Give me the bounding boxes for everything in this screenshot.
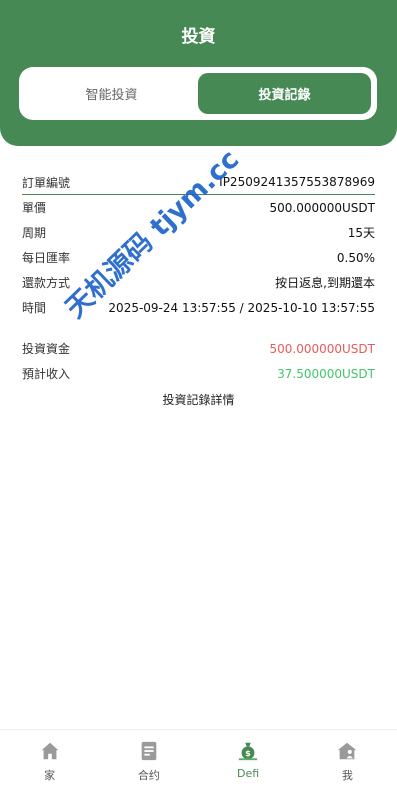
period-label: 周期: [22, 226, 47, 240]
investment-value: 500.000000USDT: [269, 341, 376, 356]
period-row: 周期 15天: [22, 220, 375, 245]
tabbar-item-defi[interactable]: $ Defi: [199, 730, 298, 795]
tab-switcher: 智能投資 投資記錄: [19, 67, 377, 120]
order-number-row: 訂單編號 IP2509241357553878969: [22, 170, 375, 195]
profile-house-icon: [338, 742, 357, 760]
tabbar-label-defi: Defi: [237, 767, 260, 780]
bottom-tabbar: 家 合约 $ Defi 我: [0, 729, 397, 795]
order-number-value: IP2509241357553878969: [219, 175, 375, 189]
home-icon: [41, 742, 58, 760]
tabbar-label-contract: 合约: [137, 769, 160, 782]
expected-income-value: 37.500000USDT: [277, 366, 375, 381]
daily-rate-value: 0.50%: [336, 250, 375, 265]
header: 投資 智能投資 投資記錄: [0, 0, 397, 146]
tab-smart-invest[interactable]: 智能投資: [25, 73, 198, 114]
unit-price-label: 單價: [22, 201, 47, 215]
tabbar-label-me: 我: [341, 769, 353, 782]
daily-rate-label: 每日匯率: [22, 251, 71, 265]
tabbar-item-me[interactable]: 我: [298, 730, 397, 795]
time-row: 時間 2025-09-24 13:57:55 / 2025-10-10 13:5…: [22, 295, 375, 320]
tabbar-label-home: 家: [44, 769, 56, 782]
time-value: 2025-09-24 13:57:55 / 2025-10-10 13:57:5…: [108, 300, 375, 315]
money-bag-icon: $: [238, 742, 258, 761]
svg-text:$: $: [245, 748, 251, 758]
period-value: 15天: [347, 226, 375, 240]
tab-invest-records[interactable]: 投資記錄: [198, 73, 371, 114]
tabbar-item-contract[interactable]: 合约: [99, 730, 198, 795]
repayment-row: 還款方式 按日返息,到期還本: [22, 270, 375, 295]
daily-rate-row: 每日匯率 0.50%: [22, 245, 375, 270]
unit-price-row: 單價 500.000000USDT: [22, 195, 375, 220]
record-detail-link[interactable]: 投資記錄詳情: [0, 391, 397, 408]
contract-icon: [141, 741, 157, 761]
repayment-value: 按日返息,到期還本: [275, 276, 375, 290]
expected-income-label: 預計收入: [22, 367, 71, 381]
order-number-label: 訂單編號: [22, 175, 71, 190]
investment-record-card: 訂單編號 IP2509241357553878969 單價 500.000000…: [22, 170, 375, 386]
time-label: 時間: [22, 301, 47, 315]
expected-income-row: 預計收入 37.500000USDT: [22, 361, 375, 386]
tabbar-item-home[interactable]: 家: [0, 730, 99, 795]
unit-price-value: 500.000000USDT: [269, 200, 376, 215]
repayment-label: 還款方式: [22, 276, 71, 290]
investment-label: 投資資金: [22, 342, 71, 356]
page-title: 投資: [181, 27, 216, 47]
investment-row: 投資資金 500.000000USDT: [22, 336, 375, 361]
